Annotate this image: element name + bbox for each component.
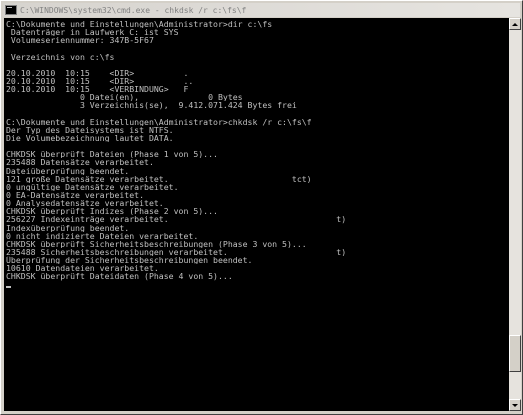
console-line: 121 große Datensätze verarbeitet. tct): [6, 174, 312, 183]
console-line: 0 Datei(en), 0 Bytes: [6, 93, 243, 102]
console-line: CHKDSK überprüft Dateien (Phase 1 von 5)…: [6, 150, 218, 159]
console-line: 10610 Datendateien verarbeitet.: [6, 264, 159, 273]
scroll-down-button[interactable]: [509, 399, 521, 411]
console-line: 3 Verzeichnis(se), 9.412.071.424 Bytes f…: [6, 101, 297, 110]
console-line: CHKDSK überprüft Sicherheitsbeschreibung…: [6, 239, 307, 248]
console-line: C:\Dokumente und Einstellungen\Administr…: [6, 20, 273, 29]
scroll-up-button[interactable]: [509, 18, 521, 30]
console-line: 0 Analysedatensätze verarbeitet.: [6, 199, 164, 208]
vertical-scrollbar[interactable]: [509, 18, 521, 411]
console-line: 235488 Sicherheitsbeschreibungen verarbe…: [6, 247, 347, 257]
console-line: Die Volumebezeichnung lautet DATA.: [6, 133, 174, 143]
console-line: 0 nicht indizierte Dateien verarbeitet.: [6, 231, 199, 240]
cmd-console-icon[interactable]: [5, 5, 17, 15]
console-line: 235488 Datensätze verarbeitet.: [6, 158, 154, 167]
console-line: Indexüberprüfung beendet.: [6, 223, 130, 232]
console-line: 0 EA-Datensätze verarbeitet.: [6, 190, 145, 200]
console-line: 0 ungültige Datensätze verarbeitet.: [6, 182, 179, 191]
console-line: 20.10.2010 10:15 <DIR> ..: [6, 76, 194, 86]
console-output[interactable]: C:\Dokumente und Einstellungen\Administr…: [4, 18, 509, 411]
console-line: Überprüfung der Sicherheitsbeschreibunge…: [6, 256, 253, 265]
window-title: C:\WINDOWS\system32\cmd.exe - chkdsk /r …: [20, 5, 247, 15]
console-line: Verzeichnis von c:\fs: [6, 52, 115, 61]
console-line: 20.10.2010 10:15 <VERBINDUNG> F: [6, 85, 189, 94]
console-line: Dateiüberprüfung beendet.: [6, 166, 130, 175]
title-bar[interactable]: C:\WINDOWS\system32\cmd.exe - chkdsk /r …: [3, 3, 520, 17]
cursor-line: [6, 281, 509, 289]
console-line: Datenträger in Laufwerk C: ist SYS: [6, 28, 179, 37]
arrow-up-icon: [512, 22, 518, 26]
text-cursor: [6, 285, 11, 288]
console-line: C:\Dokumente und Einstellungen\Administr…: [6, 117, 312, 126]
arrow-down-icon: [512, 403, 518, 407]
console-line: 20.10.2010 10:15 <DIR> .: [6, 68, 189, 77]
console-window: C:\WINDOWS\system32\cmd.exe - chkdsk /r …: [0, 0, 523, 415]
console-line: Der Typ des Dateisystems ist NTFS.: [6, 125, 174, 134]
console-line: CHKDSK überprüft Dateidaten (Phase 4 von…: [6, 272, 233, 281]
console-line: Volumeseriennummer: 347B-5F67: [6, 36, 154, 45]
console-line: CHKDSK überprüft Indizes (Phase 2 von 5)…: [6, 207, 218, 216]
console-line: 256227 Indexeinträge verarbeitet. t): [6, 215, 347, 224]
scrollbar-thumb[interactable]: [509, 335, 521, 372]
